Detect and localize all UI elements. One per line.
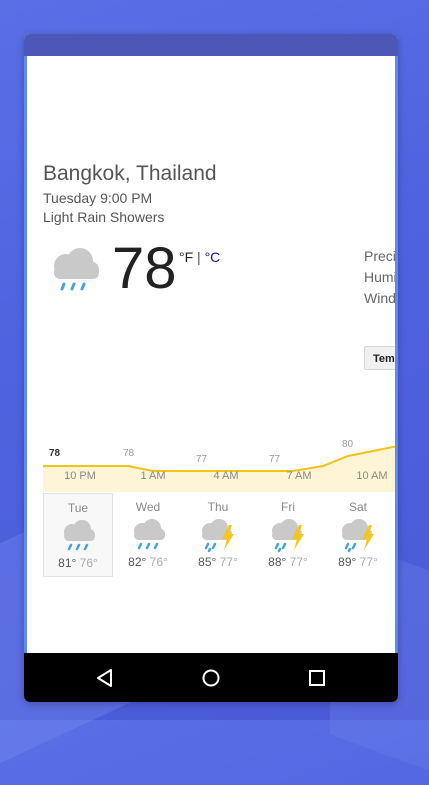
hourly-temp-label: 78 — [123, 448, 135, 459]
precipitation-label: Preci — [364, 248, 396, 264]
forecast-day-thu[interactable]: Thu 85° 77° — [183, 493, 253, 577]
day-name: Wed — [135, 500, 161, 514]
temperature-tab[interactable]: Temp — [364, 346, 398, 370]
hour-label: 7 AM — [286, 470, 312, 482]
hourly-temp-label: 77 — [269, 454, 281, 465]
date-time: Tuesday 9:00 PM — [43, 190, 153, 206]
rain-cloud-icon — [134, 519, 165, 550]
low-temp: 76° — [79, 556, 98, 570]
hour-label: 10 PM — [64, 470, 96, 482]
home-icon[interactable] — [200, 667, 222, 689]
forecast-day-fri[interactable]: Fri 88° 77° — [253, 493, 323, 577]
humidity-label: Humi — [364, 269, 397, 285]
high-temp: 85° — [198, 555, 217, 569]
unit-toggle: °F | °C — [179, 249, 220, 265]
status-bar — [24, 34, 398, 56]
low-temp: 76° — [149, 555, 168, 569]
hour-label: 1 AM — [140, 470, 166, 482]
high-temp: 89° — [338, 555, 357, 569]
daily-forecast: Tue 81° 76° Wed 82° 76° Thu 85° 77° Fri … — [43, 493, 398, 579]
unit-separator: | — [193, 249, 205, 265]
low-temp: 77° — [289, 555, 308, 569]
screen-edge — [24, 56, 27, 653]
back-icon[interactable] — [94, 667, 116, 689]
low-temp: 77° — [359, 555, 378, 569]
day-name: Thu — [207, 500, 229, 514]
day-name: Tue — [67, 501, 89, 515]
day-name: Sat — [348, 500, 367, 514]
high-temp: 88° — [268, 555, 287, 569]
high-temp: 81° — [58, 556, 77, 570]
phone-frame: Bangkok, Thailand Tuesday 9:00 PM Light … — [24, 34, 398, 702]
thunderstorm-icon — [342, 519, 374, 553]
location-name: Bangkok, Thailand — [43, 162, 217, 185]
wind-label: Wind — [364, 290, 396, 306]
thunderstorm-icon — [272, 519, 304, 553]
celsius-link[interactable]: °C — [205, 249, 221, 265]
thunderstorm-icon — [202, 519, 234, 553]
forecast-day-wed[interactable]: Wed 82° 76° — [113, 493, 183, 577]
weather-screen[interactable]: Bangkok, Thailand Tuesday 9:00 PM Light … — [24, 56, 398, 653]
low-temp: 77° — [219, 555, 238, 569]
hour-label: 10 AM — [356, 470, 388, 482]
fahrenheit-unit[interactable]: °F — [179, 249, 193, 265]
screen-edge — [395, 56, 398, 653]
forecast-day-sat[interactable]: Sat 89° 77° — [323, 493, 393, 577]
current-temperature: 78 — [112, 236, 177, 301]
weather-details: Preci Humi Wind — [364, 246, 397, 309]
navigation-bar — [24, 653, 398, 702]
high-temp: 82° — [128, 555, 147, 569]
hourly-temp-label: 77 — [196, 454, 208, 465]
rain-cloud-icon — [54, 248, 99, 291]
hour-label: 4 AM — [213, 470, 239, 482]
forecast-day-tue[interactable]: Tue 81° 76° — [43, 493, 113, 577]
recents-icon[interactable] — [306, 667, 328, 689]
day-name: Fri — [281, 500, 295, 514]
hourly-temp-label: 80 — [342, 439, 354, 450]
rain-cloud-icon — [64, 520, 95, 551]
weather-condition: Light Rain Showers — [43, 209, 165, 225]
hourly-temp-label: 78 — [49, 448, 61, 459]
